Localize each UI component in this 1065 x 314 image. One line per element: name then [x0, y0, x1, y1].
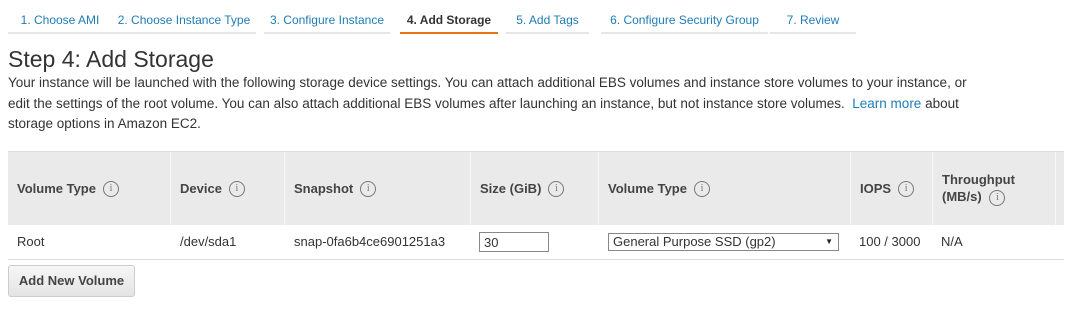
- header-edge: [1055, 152, 1064, 225]
- tab-add-tags[interactable]: 5. Add Tags: [506, 8, 589, 34]
- header-snapshot: Snapshot i: [285, 152, 471, 225]
- header-volume-type-select: Volume Type i: [599, 152, 851, 225]
- header-device: Device i: [171, 152, 285, 225]
- header-label: Volume Type: [17, 181, 96, 196]
- add-new-volume-button[interactable]: Add New Volume: [8, 265, 135, 297]
- storage-table: Volume Type i Device i Snapshot i Size (…: [8, 151, 1064, 260]
- tab-configure-security-group[interactable]: 6. Configure Security Group: [601, 8, 768, 34]
- info-icon[interactable]: i: [693, 180, 710, 197]
- description-text: Your instance will be launched with the …: [8, 75, 967, 111]
- cell-volume-type: Root: [17, 234, 45, 249]
- cell-device: /dev/sda1: [180, 234, 237, 249]
- tab-configure-instance[interactable]: 3. Configure Instance: [264, 8, 390, 34]
- size-input[interactable]: [479, 232, 549, 252]
- info-icon[interactable]: i: [228, 180, 245, 197]
- learn-more-link[interactable]: Learn more: [852, 96, 921, 111]
- info-icon[interactable]: i: [989, 189, 1006, 206]
- tab-choose-instance-type[interactable]: 2. Choose Instance Type: [112, 8, 256, 34]
- volume-type-select-value: General Purpose SSD (gp2): [613, 234, 776, 249]
- cell-throughput: N/A: [941, 234, 963, 249]
- info-icon[interactable]: i: [548, 180, 565, 197]
- header-throughput-block: Throughput (MB/s) i: [942, 171, 1042, 206]
- volume-type-select[interactable]: General Purpose SSD (gp2) ▼: [608, 233, 839, 251]
- header-label: Snapshot: [294, 181, 354, 196]
- page-description: Your instance will be launched with the …: [8, 73, 983, 135]
- header-label: Volume Type: [608, 181, 687, 196]
- header-iops: IOPS i: [851, 152, 933, 225]
- header-size: Size (GiB) i: [471, 152, 599, 225]
- info-icon[interactable]: i: [360, 180, 377, 197]
- tab-choose-ami[interactable]: 1. Choose AMI: [8, 8, 112, 34]
- cell-iops: 100 / 3000: [859, 234, 921, 249]
- table-header: Volume Type i Device i Snapshot i Size (…: [8, 151, 1064, 225]
- triangle-down-icon: ▼: [825, 237, 833, 246]
- info-icon[interactable]: i: [102, 180, 119, 197]
- header-volume-type: Volume Type i: [8, 152, 171, 225]
- table-row: Root /dev/sda1 snap-0fa6b4ce6901251a3 Ge…: [8, 225, 1064, 260]
- info-icon[interactable]: i: [898, 180, 915, 197]
- cell-snapshot: snap-0fa6b4ce6901251a3: [294, 234, 446, 249]
- header-label: IOPS: [860, 181, 892, 196]
- tab-review[interactable]: 7. Review: [770, 8, 856, 34]
- header-label: Size (GiB): [480, 181, 542, 196]
- page-title: Step 4: Add Storage: [8, 46, 214, 72]
- tab-add-storage[interactable]: 4. Add Storage: [400, 8, 498, 34]
- header-throughput: Throughput (MB/s) i: [933, 152, 1056, 225]
- header-label: Device: [180, 181, 222, 196]
